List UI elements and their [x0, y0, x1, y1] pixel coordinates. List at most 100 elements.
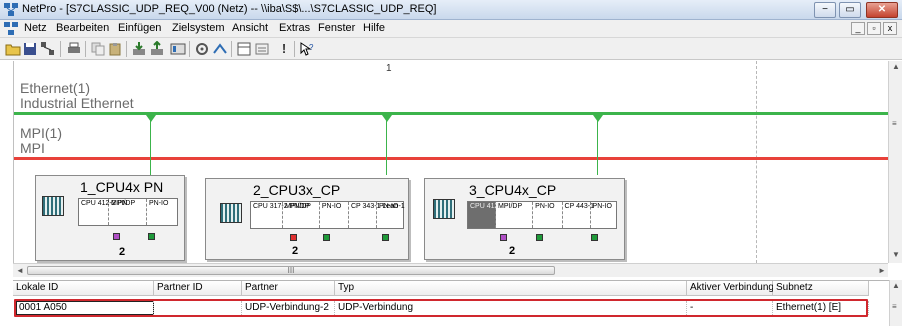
mdi-minimize-button[interactable]: _	[851, 22, 865, 35]
station-modules: CPU 317-2 PN/DP MPI/DP PN-IO CP 343-1 Le…	[250, 201, 405, 229]
ethernet-drop-3	[597, 115, 598, 175]
station-name: 1_CPU4x PN	[80, 179, 164, 195]
cell-local-id[interactable]: 0001 A050	[16, 301, 154, 315]
upload-icon[interactable]	[149, 40, 165, 57]
cell-type[interactable]: UDP-Verbindung	[335, 301, 687, 315]
connection-icon[interactable]	[212, 41, 228, 57]
configure-icon[interactable]	[170, 41, 186, 57]
connection-table: Lokale ID Partner ID Partner Typ Aktiver…	[13, 280, 889, 326]
mdi-restore-button[interactable]: ▫	[867, 22, 881, 35]
station-3[interactable]: 3_CPU4x_CP CPU 412-2 PN MPI/DP PN-IO CP …	[424, 178, 625, 260]
mpi-bus-line[interactable]	[14, 157, 888, 160]
mpi-port-icon[interactable]	[500, 234, 507, 241]
column-header-local-id[interactable]: Lokale ID	[13, 281, 154, 296]
module-cp[interactable]: CP 443-1	[563, 202, 594, 228]
ethernet-connector-3[interactable]	[593, 115, 603, 122]
toolbar-separator	[189, 41, 190, 57]
network-canvas[interactable]: 1 Ethernet(1) Industrial Ethernet MPI(1)…	[13, 61, 888, 263]
window-title-bar[interactable]: NetPro - [S7CLASSIC_UDP_REQ_V00 (Netz) -…	[0, 0, 902, 20]
paste-icon[interactable]	[107, 41, 123, 57]
print-icon[interactable]	[66, 41, 82, 57]
ethernet-connector-1[interactable]	[146, 115, 156, 122]
download-icon[interactable]	[131, 41, 147, 57]
mpi-type: MPI	[20, 140, 45, 156]
module-mpi-dp[interactable]: MPI/DP	[283, 202, 320, 228]
view-icon[interactable]	[236, 41, 252, 57]
station-name: 2_CPU3x_CP	[253, 182, 341, 198]
tool-icon[interactable]	[194, 41, 210, 57]
open-folder-icon[interactable]	[5, 41, 21, 57]
module-pn-io[interactable]: PN-IO	[147, 199, 177, 225]
ethernet-port-icon[interactable]	[148, 233, 155, 240]
minimize-button[interactable]: −	[814, 2, 836, 18]
station-address: 2	[509, 245, 516, 257]
station-rack-icon	[220, 203, 242, 223]
alert-icon[interactable]: !	[276, 41, 292, 57]
netpro-app-icon	[4, 3, 18, 16]
module-cpu[interactable]: CPU 317-2 PN/DP	[251, 202, 311, 228]
station-1[interactable]: 1_CPU4x PN CPU 412-2 PN MPI/DP PN-IO 2	[35, 175, 185, 261]
station-modules: CPU 412-2 PN MPI/DP PN-IO	[78, 198, 178, 226]
menu-extras[interactable]: Extras	[279, 22, 310, 34]
cell-subnet[interactable]: Ethernet(1) [E]	[773, 301, 869, 315]
module-cpu-selected[interactable]: CPU 412-2 PN	[468, 202, 516, 228]
scroll-grip-icon[interactable]: ≡	[892, 302, 897, 311]
module-cp[interactable]: CP 343-1 Lean	[349, 202, 398, 228]
menu-einfuegen[interactable]: Einfügen	[118, 22, 161, 34]
cell-partner[interactable]: UDP-Verbindung-2	[242, 301, 335, 315]
column-header-type[interactable]: Typ	[335, 281, 687, 296]
close-button[interactable]: ✕	[866, 2, 898, 18]
ethernet-port-icon[interactable]	[323, 234, 330, 241]
table-vertical-scrollbar[interactable]: ▲ ≡	[889, 280, 902, 326]
menu-bearbeiten[interactable]: Bearbeiten	[56, 22, 109, 34]
ethernet-connector-2[interactable]	[382, 115, 392, 122]
toolbar-separator	[231, 41, 232, 57]
scroll-left-icon[interactable]: ◄	[16, 266, 24, 275]
mpi-port-icon[interactable]	[290, 234, 297, 241]
scroll-up-icon[interactable]: ▲	[892, 281, 900, 290]
save-icon[interactable]	[22, 41, 38, 57]
ethernet-port-icon[interactable]	[591, 234, 598, 241]
toolbar-separator	[126, 41, 127, 57]
ethernet-port-icon[interactable]	[536, 234, 543, 241]
menu-hilfe[interactable]: Hilfe	[363, 22, 385, 34]
scroll-up-icon[interactable]: ▲	[892, 62, 900, 71]
mdi-close-button[interactable]: x	[883, 22, 897, 35]
column-header-partner[interactable]: Partner	[242, 281, 335, 296]
module-mpi-dp[interactable]: MPI/DP	[496, 202, 534, 228]
maximize-button[interactable]: ▭	[839, 2, 861, 18]
cell-partner-id[interactable]	[154, 301, 242, 315]
menu-zielsystem[interactable]: Zielsystem	[172, 22, 225, 34]
canvas-vertical-scrollbar[interactable]: ▲ ≡ ▼	[888, 61, 902, 263]
column-header-subnet[interactable]: Subnetz	[773, 281, 869, 296]
mpi-port-icon[interactable]	[113, 233, 120, 240]
station-name: 3_CPU4x_CP	[469, 182, 557, 198]
module-pn-io[interactable]: PN-IO	[320, 202, 349, 228]
scroll-right-icon[interactable]: ►	[878, 266, 886, 275]
ethernet-drop-2	[386, 115, 387, 175]
station-modules: CPU 412-2 PN MPI/DP PN-IO CP 443-1 PN-IO	[467, 201, 617, 229]
module-pn-io-1[interactable]: PN-IO-1	[377, 202, 405, 228]
toolbar-separator	[60, 41, 61, 57]
module-pn-io[interactable]: PN-IO	[533, 202, 563, 228]
module-pn-io[interactable]: PN-IO	[591, 202, 616, 228]
menu-ansicht[interactable]: Ansicht	[232, 22, 268, 34]
module-cpu[interactable]: CPU 412-2 PN	[79, 199, 127, 225]
network-icon[interactable]	[40, 41, 56, 57]
menu-fenster[interactable]: Fenster	[318, 22, 355, 34]
properties-icon[interactable]	[254, 41, 270, 57]
menu-netz[interactable]: Netz	[24, 22, 47, 34]
ethernet-port-icon[interactable]	[382, 234, 389, 241]
cell-active[interactable]: -	[687, 301, 773, 315]
copy-icon[interactable]	[90, 41, 106, 57]
scroll-grip-icon[interactable]: ≡	[892, 119, 897, 128]
column-header-partner-id[interactable]: Partner ID	[154, 281, 242, 296]
station-2[interactable]: 2_CPU3x_CP CPU 317-2 PN/DP MPI/DP PN-IO …	[205, 178, 409, 260]
module-mpi-dp[interactable]: MPI/DP	[109, 199, 147, 225]
help-icon[interactable]: ?	[299, 41, 315, 57]
scroll-down-icon[interactable]: ▼	[892, 250, 900, 259]
canvas-horizontal-scrollbar[interactable]: ◄ III ►	[13, 263, 888, 277]
document-icon[interactable]	[4, 22, 18, 36]
column-header-active[interactable]: Aktiver Verbindung	[687, 281, 774, 296]
scroll-thumb[interactable]: III	[27, 266, 555, 275]
